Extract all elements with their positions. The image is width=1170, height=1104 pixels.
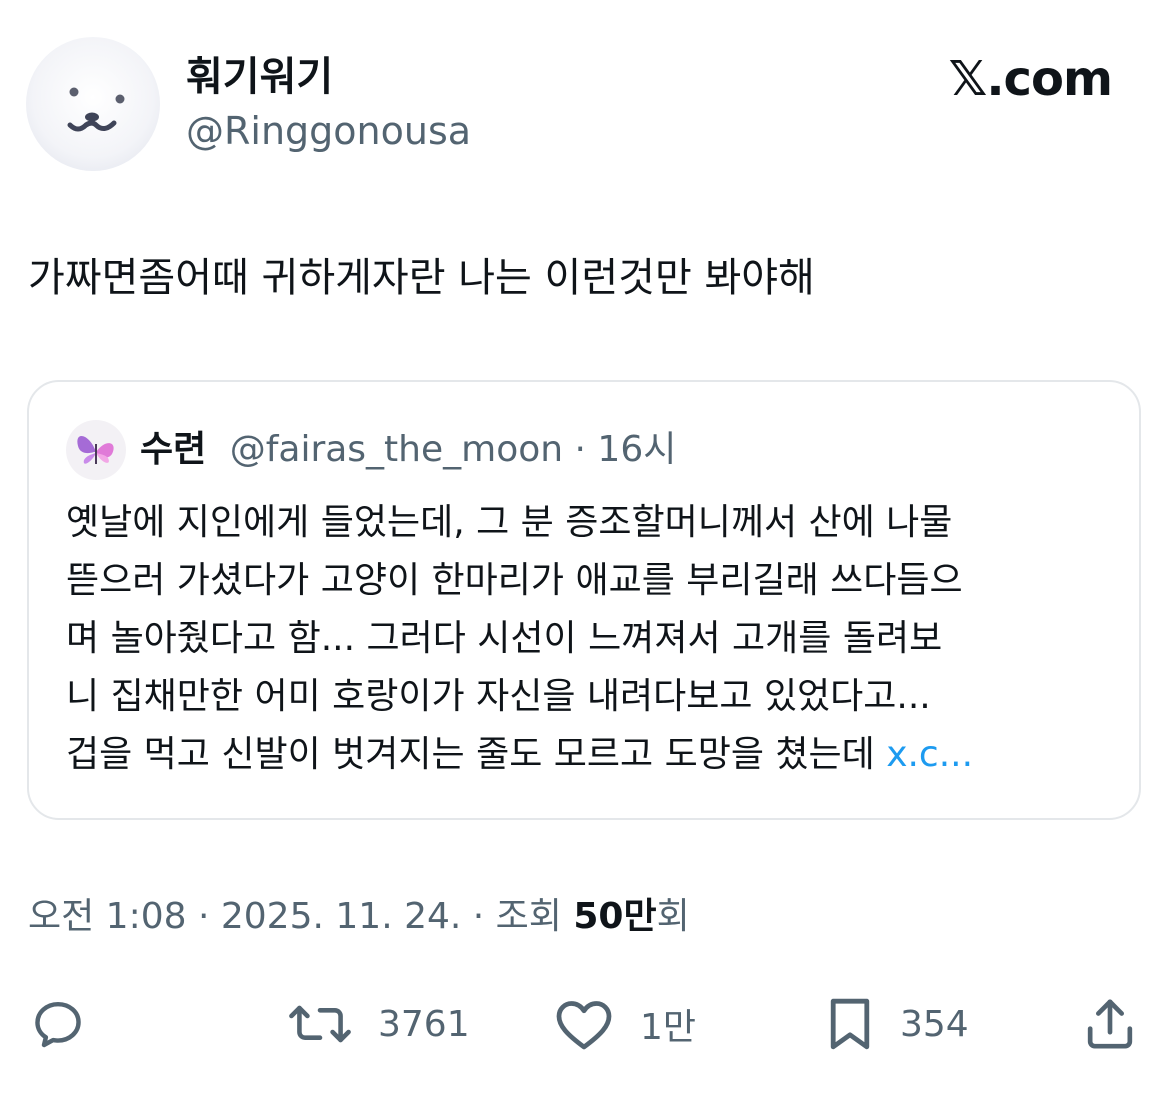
views-prefix: 조회 (495, 896, 574, 937)
share-button[interactable] (1082, 992, 1138, 1056)
quoted-line-2: 뜯으러 가셨다가 고양이 한마리가 애교를 부리길래 쓰다듬으 (66, 560, 963, 601)
x-logo: 𝕏.com (948, 51, 1113, 107)
like-count: 1만 (640, 1007, 697, 1048)
tweet-date[interactable]: 2025. 11. 24. (221, 896, 461, 937)
tweet-metadata: 오전 1:08 · 2025. 11. 24. · 조회 50만회 (28, 893, 690, 941)
quoted-line-5-text: 겁을 먹고 신발이 벗겨지는 줄도 모르고 도망을 쳤는데 (66, 734, 887, 775)
bookmark-icon (830, 998, 870, 1050)
heart-icon (556, 1001, 612, 1050)
quoted-line-4: 니 집채만한 어미 호랑이가 자신을 내려다보고 있었다고... (66, 676, 931, 717)
quoted-line-5: 겁을 먹고 신발이 벗겨지는 줄도 모르고 도망을 쳤는데 x.c... (66, 726, 1106, 784)
quoted-time[interactable]: 16시 (597, 429, 676, 470)
quoted-author-handle[interactable]: @fairas_the_moon (230, 429, 563, 470)
author-avatar[interactable] (26, 37, 160, 171)
quoted-separator: · (563, 429, 598, 470)
views-suffix: 회 (656, 896, 690, 937)
like-button[interactable]: 1만 (554, 992, 696, 1056)
meta-separator-2: · (461, 896, 496, 937)
quoted-author-avatar[interactable] (66, 420, 126, 480)
reply-icon (35, 1001, 81, 1048)
tweet-time[interactable]: 오전 1:08 (28, 896, 187, 937)
bookmark-button[interactable]: 354 (826, 992, 969, 1056)
retweet-icon (289, 1005, 351, 1043)
meta-separator-1: · (186, 896, 221, 937)
bookmark-count: 354 (900, 1003, 969, 1045)
quoted-tweet-text: 옛날에 지인에게 들었는데, 그 분 증조할머니께서 산에 나물 뜯으러 가셨다… (66, 494, 1106, 784)
author-handle[interactable]: @Ringgonousa (186, 107, 471, 155)
views-count: 50만 (573, 896, 657, 937)
tweet-text: 가짜면좀어때 귀하게자란 나는 이런것만 봐야해 (28, 255, 815, 301)
reply-button[interactable] (30, 992, 86, 1056)
quoted-line-1: 옛날에 지인에게 들었는데, 그 분 증조할머니께서 산에 나물 (66, 502, 953, 543)
share-icon (1087, 999, 1133, 1049)
author-display-name[interactable]: 훠기워기 (186, 52, 333, 102)
retweet-count: 3761 (378, 1003, 470, 1045)
seal-face-icon (67, 87, 125, 132)
quoted-author-name[interactable]: 수련 (140, 429, 206, 470)
retweet-button[interactable]: 3761 (288, 992, 470, 1056)
quoted-header: 수련 @fairas_the_moon · 16시 (140, 426, 676, 474)
quoted-line-3: 며 놀아줬다고 함... 그러다 시선이 느껴져서 고개를 돌려보 (66, 618, 943, 659)
butterfly-icon (77, 435, 114, 464)
quoted-link[interactable]: x.c... (886, 734, 973, 775)
